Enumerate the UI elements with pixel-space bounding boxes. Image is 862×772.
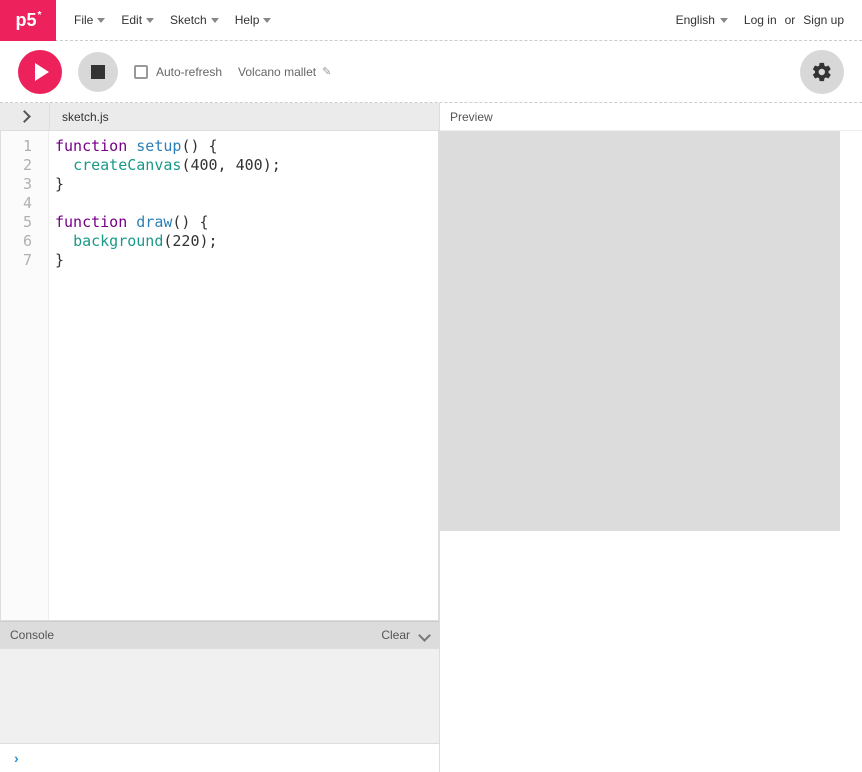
code-content[interactable]: function setup() { createCanvas(400, 400… xyxy=(49,131,438,620)
menu-edit-label: Edit xyxy=(121,13,142,27)
console-input[interactable]: › xyxy=(0,743,439,772)
preview-canvas xyxy=(440,131,840,531)
caret-down-icon xyxy=(263,18,271,23)
autorefresh-checkbox[interactable] xyxy=(134,65,148,79)
sketch-name[interactable]: Volcano mallet ✎ xyxy=(238,65,331,79)
sidebar-expand-button[interactable] xyxy=(0,103,50,131)
preview-title: Preview xyxy=(450,110,493,124)
menu-help[interactable]: Help xyxy=(227,7,280,33)
play-button[interactable] xyxy=(18,50,62,94)
line-gutter: 1 2 3 4 5 6 7 xyxy=(1,131,49,620)
chevron-right-icon xyxy=(18,110,31,123)
logo-text: p5 xyxy=(16,10,37,31)
sketch-name-text: Volcano mallet xyxy=(238,65,316,79)
menu-file-label: File xyxy=(74,13,93,27)
menu-help-label: Help xyxy=(235,13,260,27)
p5-logo[interactable]: p5* xyxy=(0,0,56,41)
signup-link[interactable]: Sign up xyxy=(803,13,844,27)
current-file-tab[interactable]: sketch.js xyxy=(50,110,109,124)
pencil-icon: ✎ xyxy=(322,65,331,78)
play-icon xyxy=(35,63,49,81)
console-output xyxy=(0,648,439,743)
settings-button[interactable] xyxy=(800,50,844,94)
caret-down-icon xyxy=(211,18,219,23)
language-selector[interactable]: English xyxy=(676,13,728,27)
caret-down-icon xyxy=(146,18,154,23)
or-text: or xyxy=(785,13,796,27)
console-clear-button[interactable]: Clear xyxy=(381,628,410,642)
login-link[interactable]: Log in xyxy=(744,13,777,27)
console-prompt-icon: › xyxy=(14,750,19,766)
menu-edit[interactable]: Edit xyxy=(113,7,162,33)
autorefresh-label: Auto-refresh xyxy=(156,65,222,79)
language-label: English xyxy=(676,13,715,27)
stop-button[interactable] xyxy=(78,52,118,92)
console-collapse-button[interactable] xyxy=(418,629,431,642)
caret-down-icon xyxy=(97,18,105,23)
menu-sketch-label: Sketch xyxy=(170,13,207,27)
console-title: Console xyxy=(10,628,54,642)
stop-icon xyxy=(91,65,105,79)
logo-asterisk: * xyxy=(38,10,42,21)
menu-sketch[interactable]: Sketch xyxy=(162,7,227,33)
caret-down-icon xyxy=(720,18,728,23)
code-editor[interactable]: 1 2 3 4 5 6 7 function setup() { createC… xyxy=(0,131,439,621)
gear-icon xyxy=(811,61,833,83)
menu-file[interactable]: File xyxy=(66,7,113,33)
